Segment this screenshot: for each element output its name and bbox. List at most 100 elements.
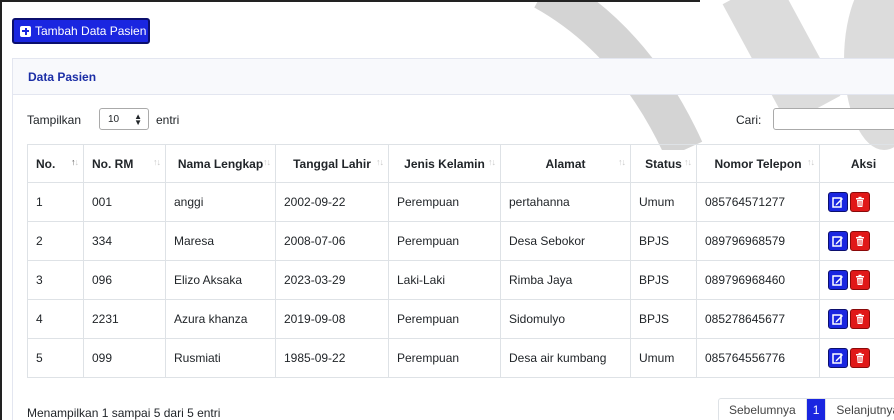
cell-nama: Maresa	[165, 221, 276, 261]
trash-icon	[856, 274, 864, 285]
delete-button[interactable]	[850, 309, 870, 329]
patient-table: No. ↑↓ No. RM ↑↓ Nama Lengkap ↑↓ Tanggal La…	[27, 144, 894, 378]
trash-icon	[856, 235, 864, 246]
cell-telepon: 085764556776	[696, 338, 820, 378]
frame-border-left	[0, 0, 2, 420]
edit-button[interactable]	[828, 270, 848, 290]
cell-jenis-kelamin: Perempuan	[388, 182, 501, 222]
col-header-aksi: Aksi	[819, 144, 894, 183]
sort-arrows-icon: ↑↓	[618, 157, 626, 167]
cell-aksi	[819, 338, 894, 378]
cell-no: 2	[27, 221, 84, 261]
table-row: 1 001 anggi 2002-09-22 Perempuan pertahanna Um…	[27, 182, 894, 222]
sort-arrows-icon: ↑↓	[153, 157, 161, 167]
edit-icon	[832, 353, 843, 364]
cell-jenis-kelamin: Perempuan	[388, 221, 501, 261]
page-size-value: 10	[108, 113, 120, 125]
sort-arrows-icon: ↑↓	[488, 157, 496, 167]
card-header: Data Pasien	[13, 59, 894, 95]
delete-button[interactable]	[850, 231, 870, 251]
table-row: 3 096 Elizo Aksaka 2023-03-29 Laki-Laki Rimba…	[27, 260, 894, 300]
card-title: Data Pasien	[28, 69, 97, 84]
cell-telepon: 085764571277	[696, 182, 820, 222]
col-header-rm[interactable]: No. RM ↑↓	[83, 144, 166, 183]
cell-rm: 2231	[83, 299, 166, 339]
cell-aksi	[819, 260, 894, 300]
cell-jenis-kelamin: Perempuan	[388, 299, 501, 339]
pagination-info: Menampilkan 1 sampai 5 dari 5 entri	[27, 406, 221, 420]
col-header-telepon[interactable]: Nomor Telepon ↑↓	[696, 144, 820, 183]
edit-button[interactable]	[828, 231, 848, 251]
cell-status: Umum	[630, 338, 697, 378]
col-header-no[interactable]: No. ↑↓	[27, 144, 84, 183]
col-header-jenis-kelamin[interactable]: Jenis Kelamin ↑↓	[388, 144, 501, 183]
cell-no: 5	[27, 338, 84, 378]
sort-arrows-icon: ↑↓	[807, 157, 815, 167]
sort-arrows-icon: ↑↓	[263, 157, 271, 167]
edit-button[interactable]	[828, 348, 848, 368]
table-header-row: No. ↑↓ No. RM ↑↓ Nama Lengkap ↑↓ Tanggal La…	[27, 144, 894, 183]
pagination: Sebelumnya 1 Selanjutnya	[718, 398, 894, 420]
prev-page-button[interactable]: Sebelumnya	[719, 399, 807, 420]
col-header-alamat[interactable]: Alamat ↑↓	[500, 144, 631, 183]
edit-icon	[832, 197, 843, 208]
cell-alamat: Desa air kumbang	[500, 338, 631, 378]
edit-icon	[832, 314, 843, 325]
next-page-button[interactable]: Selanjutnya	[826, 399, 894, 420]
page-size-select[interactable]: 10 ▲ ▼	[99, 108, 149, 130]
cell-tanggal: 1985-09-22	[275, 338, 389, 378]
trash-icon	[856, 352, 864, 363]
cell-no: 1	[27, 182, 84, 222]
table-row: 4 2231 Azura khanza 2019-09-08 Perempuan Sido…	[27, 299, 894, 339]
edit-icon	[832, 236, 843, 247]
cell-status: BPJS	[630, 299, 697, 339]
trash-icon	[856, 313, 864, 324]
entries-label: entri	[156, 113, 180, 127]
cell-aksi	[819, 182, 894, 222]
cell-alamat: Desa Sebokor	[500, 221, 631, 261]
cell-aksi	[819, 221, 894, 261]
cell-tanggal: 2008-07-06	[275, 221, 389, 261]
cell-jenis-kelamin: Laki-Laki	[388, 260, 501, 300]
col-header-tanggal[interactable]: Tanggal Lahir ↑↓	[275, 144, 389, 183]
cell-telepon: 089796968460	[696, 260, 820, 300]
page-1-button[interactable]: 1	[806, 399, 827, 420]
col-header-status[interactable]: Status ↑↓	[630, 144, 697, 183]
cell-alamat: Sidomulyo	[500, 299, 631, 339]
cell-rm: 099	[83, 338, 166, 378]
cell-tanggal: 2023-03-29	[275, 260, 389, 300]
search-input[interactable]	[773, 108, 894, 130]
delete-button[interactable]	[850, 348, 870, 368]
cell-status: BPJS	[630, 260, 697, 300]
cell-nama: Azura khanza	[165, 299, 276, 339]
cell-nama: Elizo Aksaka	[165, 260, 276, 300]
sort-arrows-icon: ↑↓	[684, 157, 692, 167]
col-header-nama[interactable]: Nama Lengkap ↑↓	[165, 144, 276, 183]
search-label: Cari:	[736, 113, 762, 127]
cell-rm: 334	[83, 221, 166, 261]
cell-tanggal: 2019-09-08	[275, 299, 389, 339]
cell-no: 4	[27, 299, 84, 339]
cell-status: BPJS	[630, 221, 697, 261]
delete-button[interactable]	[850, 270, 870, 290]
trash-icon	[856, 196, 864, 207]
select-arrows-icon: ▲ ▼	[134, 112, 142, 127]
cell-nama: Rusmiati	[165, 338, 276, 378]
delete-button[interactable]	[850, 192, 870, 212]
show-label: Tampilkan	[27, 113, 82, 127]
table-row: 2 334 Maresa 2008-07-06 Perempuan Desa Seboko…	[27, 221, 894, 261]
cell-telepon: 089796968579	[696, 221, 820, 261]
cell-alamat: pertahanna	[500, 182, 631, 222]
add-patient-label: Tambah Data Pasien	[35, 24, 147, 38]
sort-asc-icon: ↑↓	[71, 157, 79, 167]
edit-button[interactable]	[828, 192, 848, 212]
cell-status: Umum	[630, 182, 697, 222]
sort-arrows-icon: ↑↓	[376, 157, 384, 167]
add-patient-button[interactable]: Tambah Data Pasien	[12, 18, 150, 44]
plus-square-icon	[20, 25, 31, 37]
cell-alamat: Rimba Jaya	[500, 260, 631, 300]
frame-border-top	[0, 0, 700, 2]
cell-rm: 001	[83, 182, 166, 222]
edit-button[interactable]	[828, 309, 848, 329]
edit-icon	[832, 275, 843, 286]
